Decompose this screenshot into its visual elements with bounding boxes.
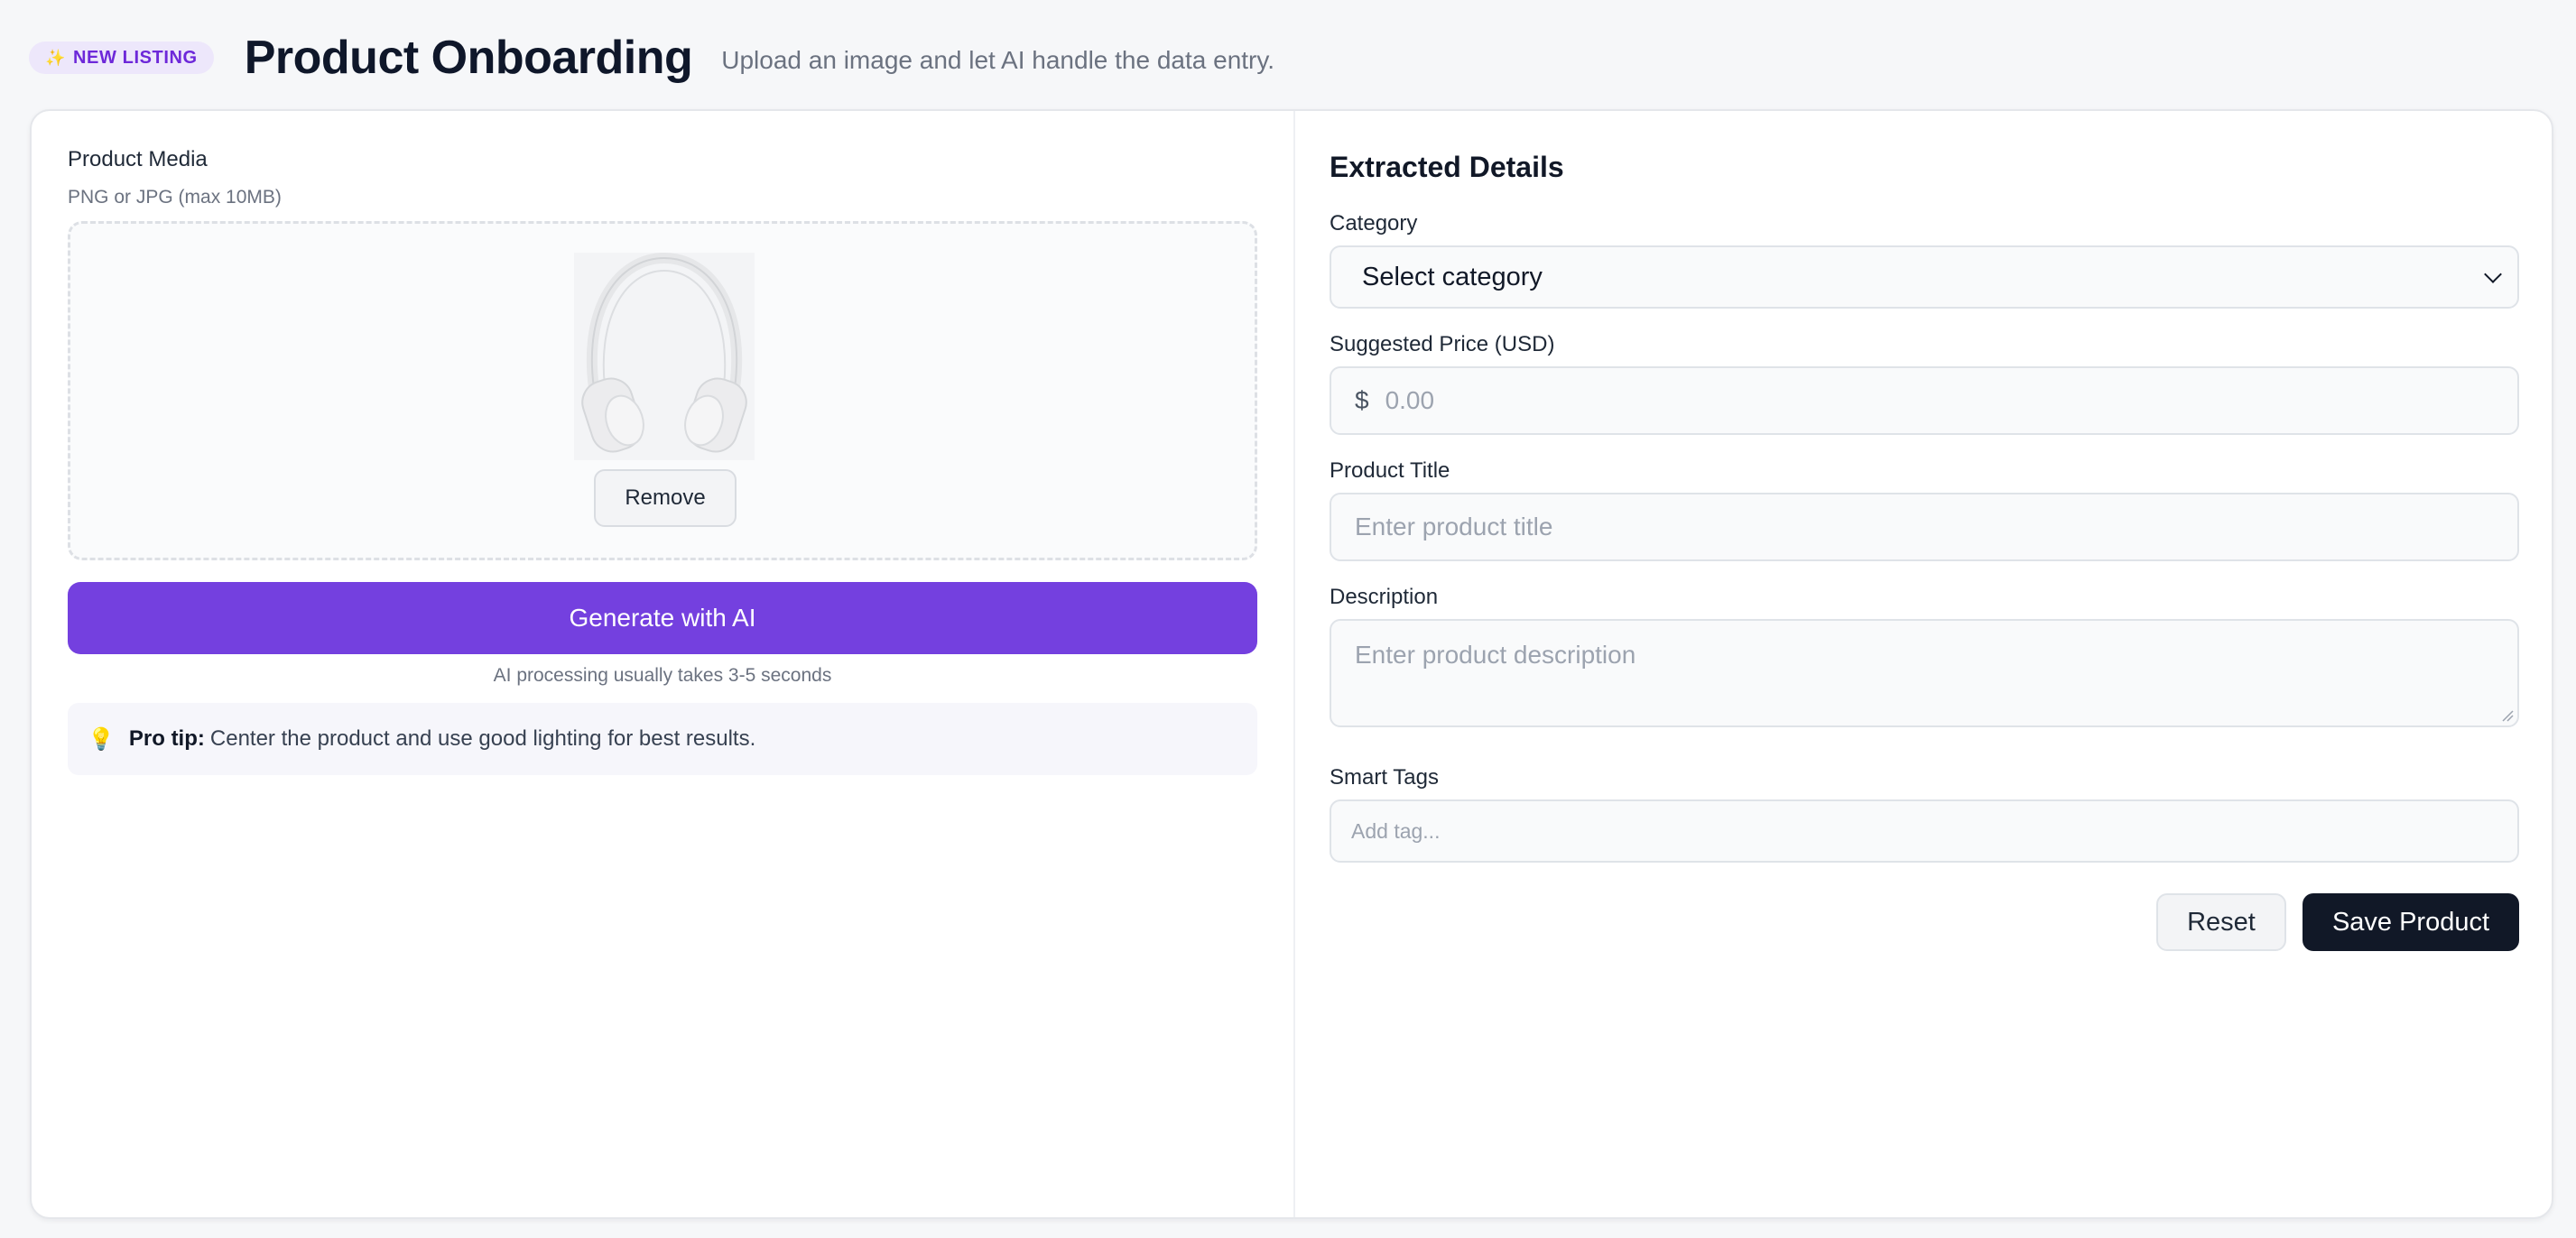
category-label: Category [1330,211,1418,236]
pro-tip-text: Center the product and use good lighting… [209,726,756,751]
processing-note: AI processing usually takes 3-5 seconds [493,665,832,686]
pro-tip-box: 💡 Pro tip: Center the product and use go… [68,703,1257,775]
product-title-input[interactable]: Enter product title [1330,493,2519,561]
image-dropzone[interactable]: Remove [68,221,1257,560]
price-label: Suggested Price (USD) [1330,332,1555,356]
sparkle-icon: ✨ [45,48,67,67]
media-label: Product Media [68,147,208,171]
media-hint: PNG or JPG (max 10MB) [68,187,282,208]
category-value: Select category [1362,262,1543,291]
category-select[interactable]: Select category [1330,245,2519,309]
resize-handle-icon[interactable] [2501,709,2514,722]
product-image [574,252,755,460]
pro-tip-label: Pro tip: [128,726,205,751]
remove-image-button[interactable]: Remove [594,469,737,527]
onboarding-card: Product Media PNG or JPG (max 10MB) Remo… [30,109,2553,1219]
save-product-button[interactable]: Save Product [2303,893,2519,951]
product-title-label: Product Title [1330,458,1450,483]
new-listing-badge: ✨ NEW LISTING [29,42,214,74]
chevron-down-icon [2484,265,2502,283]
smart-tags-input[interactable]: Add tag... [1330,799,2519,863]
media-panel: Product Media PNG or JPG (max 10MB) Remo… [68,147,1257,775]
form-actions: Reset Save Product [1330,893,2519,951]
badge-label: NEW LISTING [73,47,198,68]
price-placeholder: 0.00 [1385,386,1435,414]
product-title-placeholder: Enter product title [1355,513,1553,540]
details-panel: Extracted Details Category Select catego… [1330,147,2519,951]
description-placeholder: Enter product description [1355,641,1636,669]
price-input[interactable]: $ 0.00 [1330,366,2519,435]
headphones-icon [574,252,755,460]
page-title: Product Onboarding [244,32,693,84]
page-subtitle: Upload an image and let AI handle the da… [721,46,1275,74]
lightbulb-icon: 💡 [88,726,115,752]
reset-button[interactable]: Reset [2156,893,2286,951]
smart-tags-label: Smart Tags [1330,765,1439,790]
panel-divider [1293,111,1295,1217]
description-label: Description [1330,585,1439,609]
currency-symbol: $ [1355,386,1369,414]
description-textarea[interactable]: Enter product description [1330,619,2519,727]
smart-tags-placeholder: Add tag... [1351,818,1441,843]
generate-with-ai-button[interactable]: Generate with AI [68,582,1257,654]
details-title: Extracted Details [1330,151,1564,183]
page-header: ✨ NEW LISTING Product Onboarding Upload … [29,25,1274,90]
